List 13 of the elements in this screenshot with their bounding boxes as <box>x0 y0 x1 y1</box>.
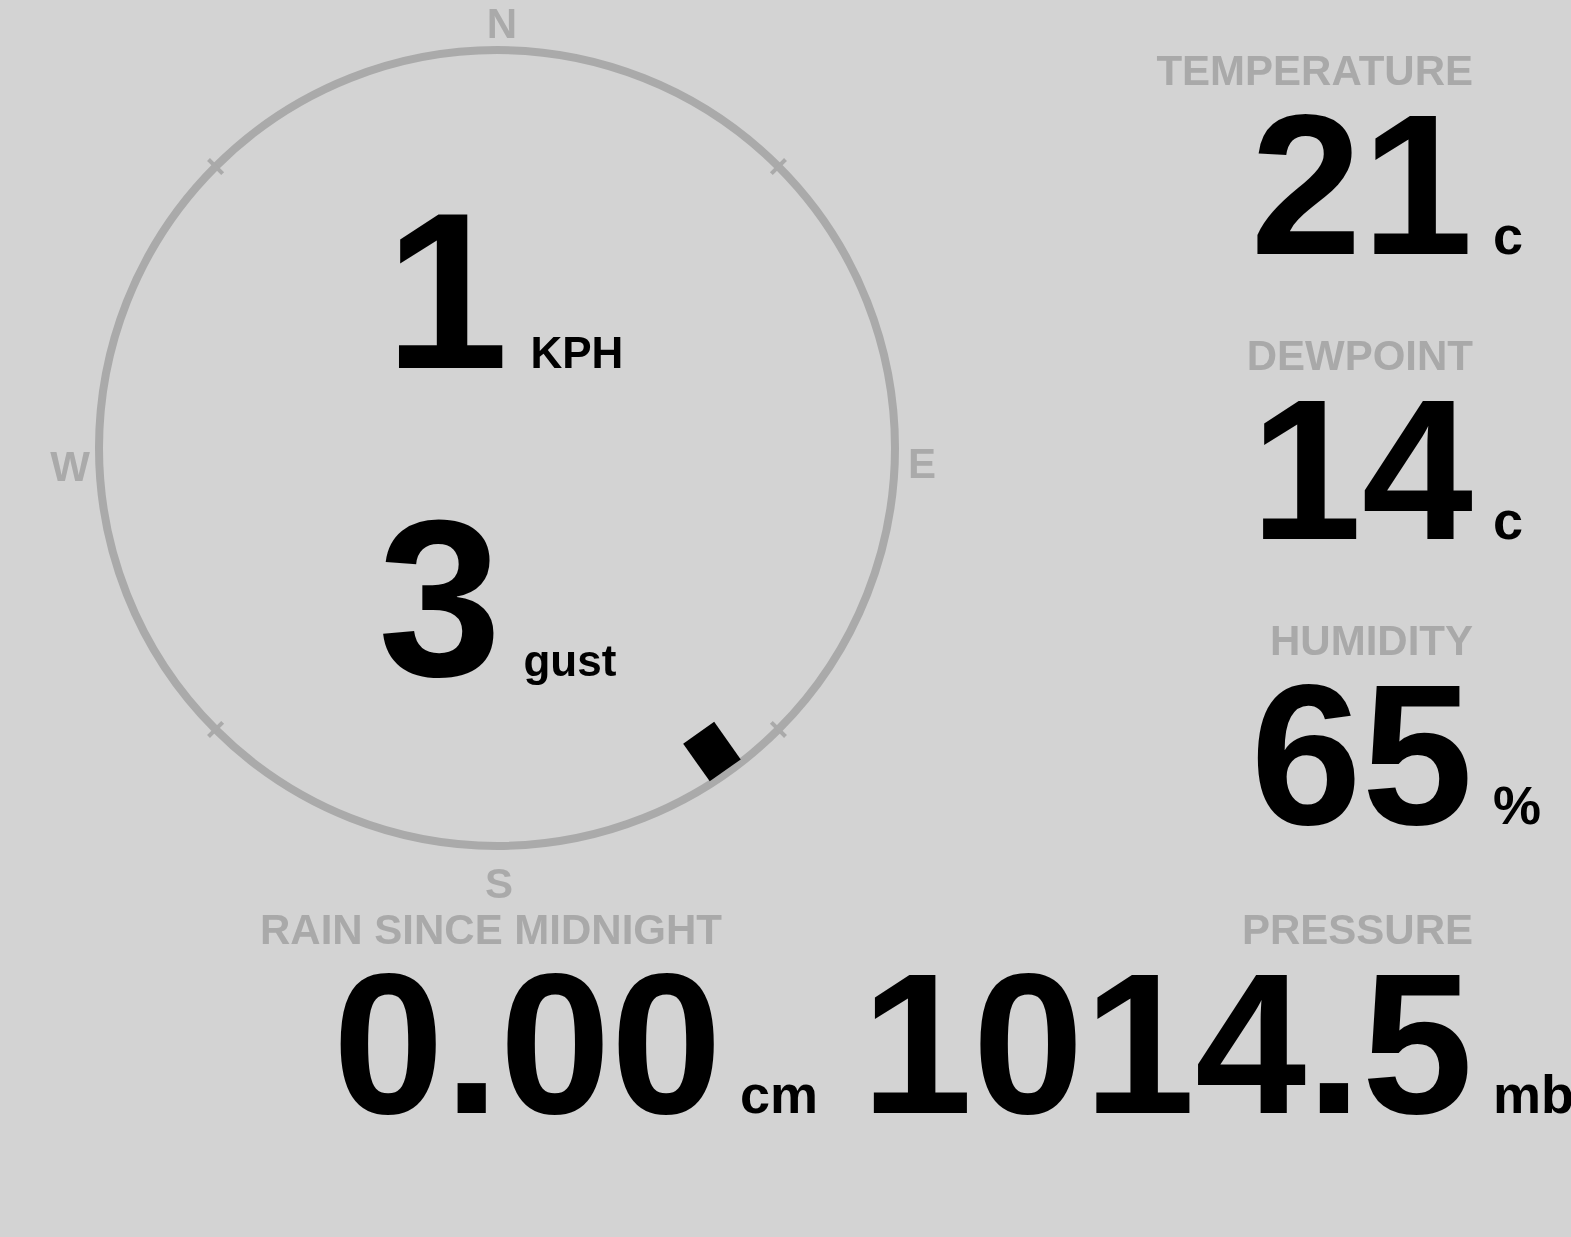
unit-label: c <box>1493 208 1525 262</box>
stat-value: 65 <box>1250 665 1473 845</box>
unit-label: cm <box>740 1067 819 1121</box>
unit-label: % <box>1493 778 1542 832</box>
unit-label: gust <box>523 639 617 683</box>
stat-value: 1014.5 <box>861 954 1473 1134</box>
stat-value: 14 <box>1250 380 1473 560</box>
unit-label: KPH <box>530 331 624 375</box>
wind-speed-value: 1 <box>385 180 509 402</box>
wind-speed-value: 3 <box>378 488 502 710</box>
stat-value: 0.00 <box>332 954 722 1134</box>
stat-value: 21 <box>1250 95 1473 275</box>
unit-label: c <box>1493 493 1525 547</box>
